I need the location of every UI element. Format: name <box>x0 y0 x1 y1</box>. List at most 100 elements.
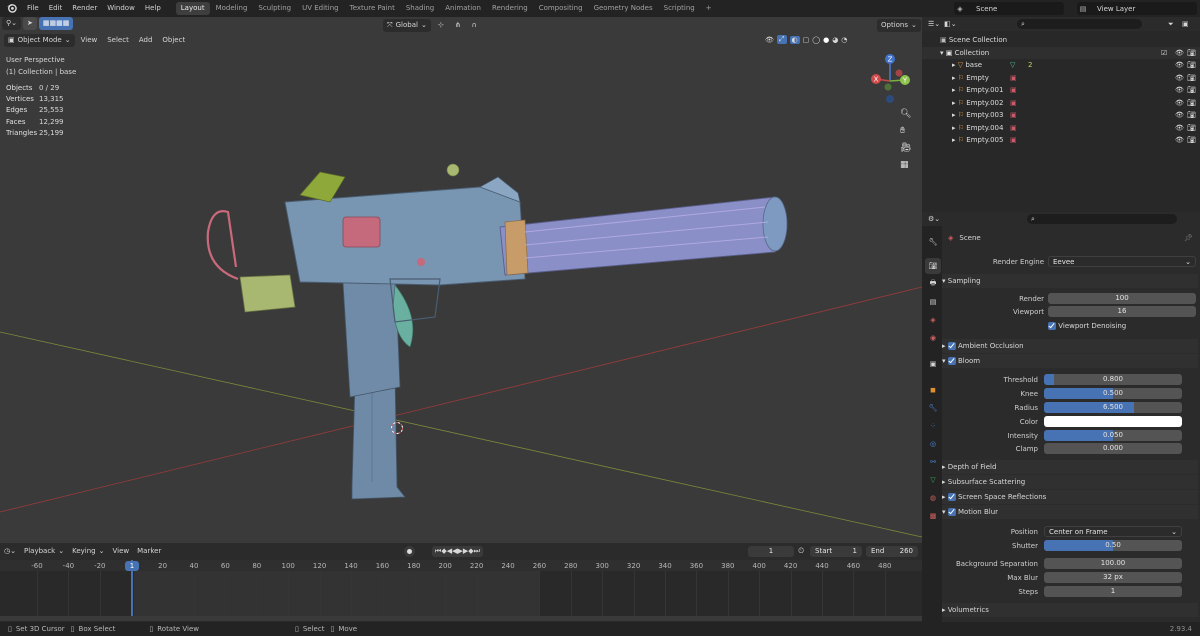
viewport-menu-select[interactable]: Select <box>103 34 133 47</box>
select-mode-icon[interactable]: ▦▦▦▦ <box>38 17 74 30</box>
scene-tab-icon[interactable]: ◈ <box>925 312 941 328</box>
motion-blur-panel-header[interactable]: ▾ Motion Blur <box>942 505 1198 519</box>
outliner-item[interactable]: ▸ ▽ base ▽ 👁 📷︎ 2 <box>922 59 1200 72</box>
material-tab-icon[interactable]: ◍ <box>925 490 941 506</box>
prev-key-icon[interactable]: ◆◀ <box>441 546 452 557</box>
mesh-data-icon[interactable]: ▽ <box>1010 59 1015 72</box>
constraint-icon[interactable]: ▣ <box>1010 122 1017 135</box>
render-camera-icon[interactable]: 📷︎ <box>1187 72 1196 85</box>
render-camera-icon[interactable]: 📷︎ <box>1187 84 1196 97</box>
radius-slider[interactable]: 6.500 <box>1044 402 1182 413</box>
tab-geometry-nodes[interactable]: Geometry Nodes <box>589 2 658 15</box>
constraint-icon[interactable]: ▣ <box>1010 84 1017 97</box>
tab-shading[interactable]: Shading <box>401 2 439 15</box>
visibility-icon[interactable]: 👁 <box>765 36 774 44</box>
bloom-checkbox[interactable] <box>947 357 956 365</box>
viewport-menu-add[interactable]: Add <box>135 34 157 47</box>
pivot-icon[interactable]: ⊹ <box>434 19 448 32</box>
record-button[interactable] <box>404 546 415 557</box>
editor-type-icon[interactable]: ⚲⌄ <box>2 17 21 30</box>
constraint-icon[interactable]: ▣ <box>1010 72 1017 85</box>
tab-sculpting[interactable]: Sculpting <box>253 2 296 15</box>
shutter-slider[interactable]: 0.50 <box>1044 540 1182 551</box>
render-camera-icon[interactable]: 📷︎ <box>1187 122 1196 135</box>
world-tab-icon[interactable]: ◉ <box>925 330 941 346</box>
visibility-icon[interactable]: 👁 <box>1175 134 1184 147</box>
navigation-gizmo[interactable]: Z Y X <box>862 53 922 117</box>
blender-logo-icon[interactable] <box>0 2 22 15</box>
threshold-slider[interactable]: 0.800 <box>1044 374 1182 385</box>
physics-tab-icon[interactable]: ◎ <box>925 436 941 452</box>
tab-uv-editing[interactable]: UV Editing <box>297 2 344 15</box>
current-frame-field[interactable]: 1 <box>748 546 794 557</box>
zoom-icon[interactable]: 🔍︎ <box>900 109 911 119</box>
keying-menu[interactable]: Keying ⌄ <box>68 545 108 558</box>
tab-compositing[interactable]: Compositing <box>534 2 588 15</box>
visibility-icon[interactable]: 👁 <box>1175 59 1184 72</box>
tab-rendering[interactable]: Rendering <box>487 2 533 15</box>
select-tool-icon[interactable]: ➤ <box>23 17 37 30</box>
object-tab-icon[interactable]: ◼ <box>925 382 941 398</box>
tab-animation[interactable]: Animation <box>440 2 486 15</box>
ssr-panel-header[interactable]: ▸ Screen Space Reflections <box>942 490 1198 504</box>
subsurface-panel-header[interactable]: ▸ Subsurface Scattering <box>942 475 1198 489</box>
render-tab-icon[interactable]: 📷︎ <box>925 258 941 274</box>
new-collection-icon[interactable]: ▣ <box>1182 20 1189 28</box>
constraint-icon[interactable]: ▣ <box>1010 109 1017 122</box>
snap-icon[interactable]: ⋔ <box>451 19 465 32</box>
particles-tab-icon[interactable]: ⁘ <box>925 418 941 434</box>
view-layer-tab-icon[interactable]: ▤ <box>925 294 941 310</box>
outliner-item[interactable]: ▸ ⚐ Empty.001 ▣ 👁 📷︎ <box>922 84 1200 97</box>
jump-end-icon[interactable]: ⏭ <box>474 546 480 557</box>
outliner-scene-collection[interactable]: ▣ Scene Collection <box>922 34 1200 47</box>
display-mode-icon[interactable]: ◧⌄ <box>944 20 956 28</box>
pan-hand-icon[interactable]: ✋︎ <box>900 126 911 136</box>
sampling-panel-header[interactable]: ▾ Sampling <box>942 274 1198 288</box>
outliner-item[interactable]: ▸ ⚐ Empty.002 ▣ 👁 📷︎ <box>922 97 1200 110</box>
motion-blur-checkbox[interactable] <box>947 508 956 516</box>
viewport-menu-object[interactable]: Object <box>158 34 189 47</box>
xray-icon[interactable]: ▢ <box>803 36 810 44</box>
render-samples-field[interactable]: 100 <box>1048 293 1196 304</box>
proportional-edit-icon[interactable]: ∩ <box>468 19 481 32</box>
constraint-icon[interactable]: ▣ <box>1010 97 1017 110</box>
camera-icon[interactable]: 🎥︎ <box>900 143 911 153</box>
clamp-slider[interactable]: 0.000 <box>1044 443 1182 454</box>
timeline-view-menu[interactable]: View <box>108 545 133 558</box>
ssr-checkbox[interactable] <box>947 493 956 501</box>
visibility-icon[interactable]: 👁 <box>1175 72 1184 85</box>
modifier-tab-icon[interactable]: 🔧︎ <box>925 400 941 416</box>
collection-tab-icon[interactable]: ▣ <box>925 356 941 372</box>
outliner-item[interactable]: ▸ ⚐ Empty ▣ 👁 📷︎ <box>922 72 1200 85</box>
playback-menu[interactable]: Playback ⌄ <box>20 545 68 558</box>
timeline-track-area[interactable] <box>0 571 922 616</box>
intensity-slider[interactable]: 0.050 <box>1044 430 1182 441</box>
outliner-search-input[interactable]: ⌕ <box>1017 19 1142 29</box>
outliner-editor-icon[interactable]: ☰⌄ <box>928 20 940 28</box>
outliner-item[interactable]: ▸ ⚐ Empty.005 ▣ 👁 📷︎ <box>922 134 1200 147</box>
collection-checkbox-icon[interactable]: ☑ <box>1161 47 1167 60</box>
bloom-panel-header[interactable]: ▾ Bloom <box>942 354 1198 368</box>
menu-render[interactable]: Render <box>67 0 102 17</box>
timeline-scrollbar[interactable] <box>0 616 922 621</box>
steps-field[interactable]: 1 <box>1044 586 1182 597</box>
visibility-icon[interactable]: 👁 <box>1175 47 1184 60</box>
max-blur-field[interactable]: 32 px <box>1044 572 1182 583</box>
viewport-samples-field[interactable]: 16 <box>1048 306 1196 317</box>
render-camera-icon[interactable]: 📷︎ <box>1187 47 1196 60</box>
render-camera-icon[interactable]: 📷︎ <box>1187 97 1196 110</box>
playhead-label[interactable]: 1 <box>125 561 139 571</box>
menu-file[interactable]: File <box>22 0 44 17</box>
gizmo-toggle-icon[interactable]: ⤢ <box>776 35 787 44</box>
solid-shading-icon[interactable]: ● <box>823 36 829 44</box>
tool-tab-icon[interactable]: 🔧︎ <box>925 234 941 250</box>
outliner-collection[interactable]: ▾ ▣ Collection ☑ 👁 📷︎ <box>922 46 1200 60</box>
knee-slider[interactable]: 0.500 <box>1044 388 1182 399</box>
texture-tab-icon[interactable]: ▩ <box>925 508 941 524</box>
ortho-grid-icon[interactable]: ▦ <box>900 160 911 170</box>
render-engine-dropdown[interactable]: Eevee ⌄ <box>1048 256 1196 267</box>
render-camera-icon[interactable]: 📷︎ <box>1187 134 1196 147</box>
visibility-icon[interactable]: 👁 <box>1175 97 1184 110</box>
rendered-shading-icon[interactable]: ◔ <box>841 36 847 44</box>
render-camera-icon[interactable]: 📷︎ <box>1187 59 1196 72</box>
